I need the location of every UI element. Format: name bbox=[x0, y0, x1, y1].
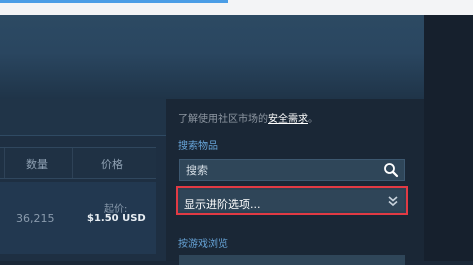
search-box[interactable] bbox=[179, 159, 405, 181]
price-value: $1.50 USD bbox=[87, 213, 146, 224]
double-chevron-down-icon bbox=[388, 196, 398, 207]
advanced-options-highlight: 显示进阶选项... bbox=[176, 186, 408, 215]
search-items-label: 搜索物品 bbox=[178, 141, 218, 152]
browser-top-bar bbox=[0, 0, 473, 15]
column-divider bbox=[4, 148, 5, 178]
safety-notice-suffix: 。 bbox=[308, 114, 318, 125]
listing-row[interactable]: 36,215 起价: $1.50 USD bbox=[0, 182, 156, 254]
safety-notice-prefix: 了解使用社区市场的 bbox=[178, 114, 268, 125]
listing-table-header: 数量 价格 bbox=[0, 147, 156, 179]
game-selector[interactable] bbox=[179, 255, 405, 265]
price-column-header[interactable]: 价格 bbox=[101, 156, 123, 172]
top-accent-bar bbox=[0, 0, 228, 3]
quantity-column-header[interactable]: 数量 bbox=[26, 156, 48, 172]
right-edge-background bbox=[424, 15, 473, 261]
browse-by-game-label: 按游戏浏览 bbox=[178, 239, 228, 250]
advanced-options-label: 显示进阶选项... bbox=[184, 198, 261, 211]
search-input[interactable] bbox=[180, 160, 376, 180]
listing-description-row bbox=[0, 99, 166, 136]
safety-requirements-link[interactable]: 安全需求 bbox=[268, 114, 308, 125]
listing-quantity: 36,215 bbox=[16, 212, 55, 225]
advanced-options-button[interactable]: 显示进阶选项... bbox=[180, 190, 404, 211]
magnifier-icon[interactable] bbox=[383, 162, 399, 178]
column-divider bbox=[72, 148, 73, 178]
market-banner bbox=[0, 15, 473, 99]
safety-notice: 了解使用社区市场的安全需求。 bbox=[178, 110, 318, 125]
